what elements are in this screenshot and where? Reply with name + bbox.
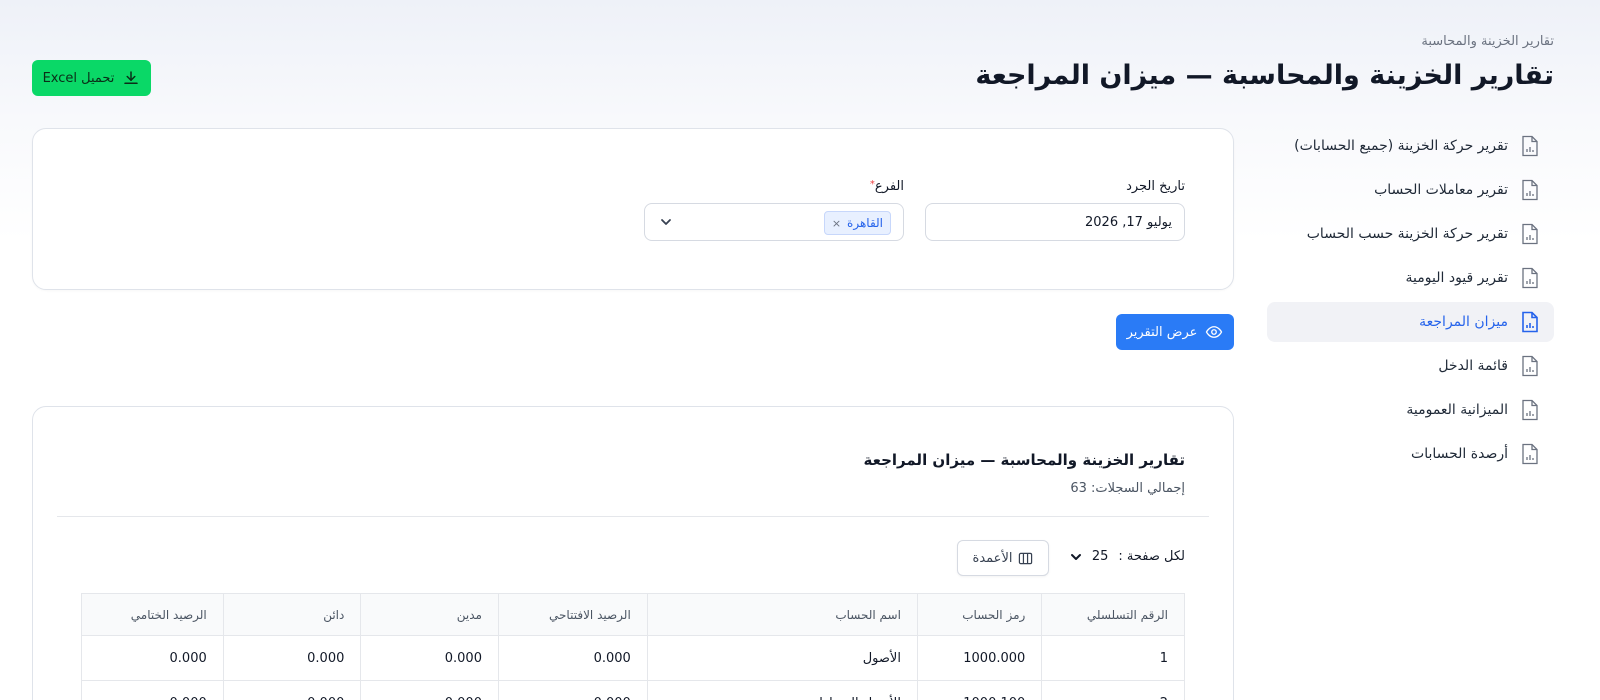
table-row[interactable]: 2 1000.100 الأصول المتداولة 0.000 0.000 … <box>81 680 1185 700</box>
column-header-account-code[interactable]: رمز الحساب <box>916 593 1043 636</box>
per-page-control: لكل صفحة : 25 <box>1070 549 1185 564</box>
cell-opening-balance: 0.000 <box>497 680 648 700</box>
sidebar-item-label: قائمة الدخل <box>1438 358 1508 374</box>
download-icon <box>124 71 139 84</box>
sidebar-item-label: تقرير قيود اليومية <box>1405 270 1508 286</box>
report-file-icon <box>1522 223 1538 245</box>
sidebar-item-account-balances[interactable]: أرصدة الحسابات <box>1267 434 1554 474</box>
date-field: تاريخ الجرد <box>925 179 1185 241</box>
report-file-icon <box>1522 399 1538 421</box>
table-header-row: الرقم التسلسلي رمز الحساب اسم الحساب الر… <box>81 593 1185 636</box>
column-header-account-name[interactable]: اسم الحساب <box>646 593 918 636</box>
sidebar-item-income-statement[interactable]: قائمة الدخل <box>1267 346 1554 386</box>
cell-account-name: الأصول المتداولة <box>646 680 918 700</box>
column-header-serial[interactable]: الرقم التسلسلي <box>1041 593 1185 636</box>
branch-tag: القاهرة × <box>823 211 891 235</box>
per-page-select[interactable]: 25 <box>1070 549 1109 564</box>
filter-card: تاريخ الجرد الفرع* القاهرة × <box>32 128 1234 290</box>
branch-tag-label: القاهرة <box>847 216 883 230</box>
column-header-debit[interactable]: مدين <box>360 593 499 636</box>
page-title: تقارير الخزينة والمحاسبة — ميزان المراجع… <box>975 60 1554 91</box>
report-divider <box>57 516 1209 517</box>
sidebar-item-label: تقرير معاملات الحساب <box>1374 182 1508 198</box>
branch-field: الفرع* القاهرة × <box>644 179 904 241</box>
branch-label-text: الفرع <box>874 179 904 194</box>
show-report-label: عرض التقرير <box>1126 324 1198 340</box>
report-file-icon <box>1522 355 1538 377</box>
cell-debit: 0.000 <box>360 680 499 700</box>
date-input[interactable] <box>925 203 1185 241</box>
trial-balance-table: الرقم التسلسلي رمز الحساب اسم الحساب الر… <box>81 593 1185 700</box>
show-report-button[interactable]: عرض التقرير <box>1116 314 1234 350</box>
cell-debit: 0.000 <box>360 635 499 681</box>
cell-account-code: 1000.000 <box>916 635 1043 681</box>
per-page-value: 25 <box>1091 549 1109 564</box>
eye-icon <box>1206 326 1223 338</box>
total-records: إجمالي السجلات: 63 <box>1070 481 1185 496</box>
sidebar-item-label: تقرير حركة الخزينة حسب الحساب <box>1306 226 1508 242</box>
table-row[interactable]: 1 1000.000 الأصول 0.000 0.000 0.000 0.00… <box>81 635 1185 681</box>
cell-opening-balance: 0.000 <box>497 635 648 681</box>
column-header-opening-balance[interactable]: الرصيد الافتتاحي <box>497 593 648 636</box>
download-excel-label: تحميل Excel <box>42 70 115 86</box>
cell-serial: 2 <box>1041 680 1185 700</box>
app-root: تقارير الخزينة والمحاسبة تقارير الخزينة … <box>0 0 1600 700</box>
chevron-down-icon[interactable] <box>659 215 673 229</box>
sidebar-item-label: تقرير حركة الخزينة (جميع الحسابات) <box>1294 138 1508 154</box>
cell-credit: 0.000 <box>222 680 362 700</box>
report-title: تقارير الخزينة والمحاسبة — ميزان المراجع… <box>863 451 1185 469</box>
sidebar-item-treasury-movement-all[interactable]: تقرير حركة الخزينة (جميع الحسابات) <box>1267 126 1554 166</box>
report-card: تقارير الخزينة والمحاسبة — ميزان المراجع… <box>32 406 1234 700</box>
report-file-icon <box>1522 443 1538 465</box>
branch-select[interactable]: القاهرة × <box>644 203 904 241</box>
cell-account-code: 1000.100 <box>916 680 1043 700</box>
tag-remove-icon[interactable]: × <box>832 217 841 230</box>
report-file-icon <box>1522 135 1538 157</box>
sidebar-item-treasury-by-account[interactable]: تقرير حركة الخزينة حسب الحساب <box>1267 214 1554 254</box>
cell-serial: 1 <box>1041 635 1185 681</box>
column-header-credit[interactable]: دائن <box>222 593 362 636</box>
sidebar-item-label: ميزان المراجعة <box>1419 314 1508 330</box>
date-label: تاريخ الجرد <box>1126 179 1185 194</box>
sidebar-item-journal-entries[interactable]: تقرير قيود اليومية <box>1267 258 1554 298</box>
column-header-closing-balance[interactable]: الرصيد الختامي <box>81 593 224 636</box>
cell-closing-balance: 0.000 <box>81 635 224 681</box>
chevron-down-icon <box>1070 553 1081 560</box>
sidebar-item-trial-balance[interactable]: ميزان المراجعة <box>1267 302 1554 342</box>
report-file-icon <box>1522 311 1538 333</box>
sidebar-item-account-transactions[interactable]: تقرير معاملات الحساب <box>1267 170 1554 210</box>
cell-account-name: الأصول <box>646 635 918 681</box>
sidebar-item-label: الميزانية العمومية <box>1406 402 1508 418</box>
columns-icon <box>1019 552 1033 564</box>
cell-credit: 0.000 <box>222 635 362 681</box>
columns-button[interactable]: الأعمدة <box>957 540 1049 576</box>
report-file-icon <box>1522 267 1538 289</box>
reports-sidebar: تقرير حركة الخزينة (جميع الحسابات) تقرير… <box>1267 126 1554 478</box>
download-excel-button[interactable]: تحميل Excel <box>32 60 151 96</box>
page-header: تقارير الخزينة والمحاسبة تقارير الخزينة … <box>32 32 1554 102</box>
sidebar-item-balance-sheet[interactable]: الميزانية العمومية <box>1267 390 1554 430</box>
breadcrumb[interactable]: تقارير الخزينة والمحاسبة <box>1421 34 1554 49</box>
cell-closing-balance: 0.000 <box>81 680 224 700</box>
per-page-label: لكل صفحة : <box>1118 549 1185 564</box>
report-file-icon <box>1522 179 1538 201</box>
sidebar-item-label: أرصدة الحسابات <box>1411 446 1508 462</box>
branch-label: الفرع* <box>644 179 904 195</box>
columns-label: الأعمدة <box>972 550 1013 566</box>
